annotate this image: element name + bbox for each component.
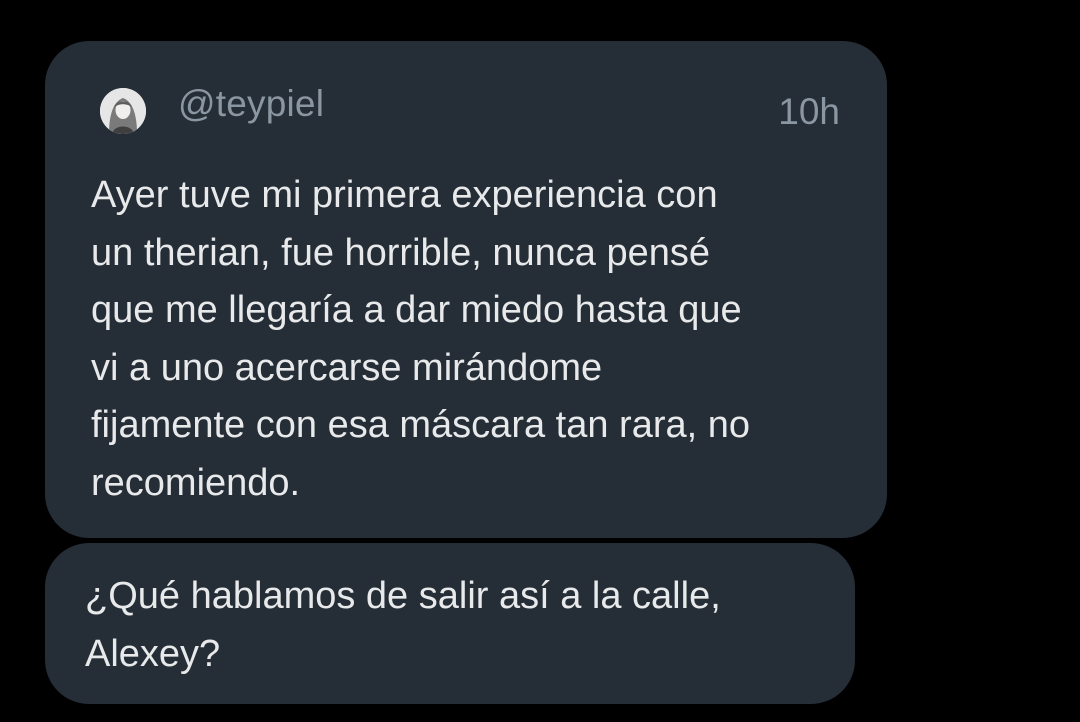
reply-message-text: ¿Qué hablamos de salir así a la calle, A… <box>85 575 721 675</box>
reply-message-bubble[interactable]: ¿Qué hablamos de salir así a la calle, A… <box>45 543 855 704</box>
quoted-post-text: Ayer tuve mi primera experiencia con un … <box>91 174 751 504</box>
post-author-handle[interactable]: @teypiel <box>178 81 324 127</box>
quoted-post-bubble[interactable]: @teypiel 10h Ayer tuve mi primera experi… <box>45 41 887 538</box>
message-thread: @teypiel 10h Ayer tuve mi primera experi… <box>0 0 1080 722</box>
post-timestamp: 10h <box>778 91 840 132</box>
user-avatar-icon <box>100 88 146 134</box>
avatar[interactable] <box>100 88 146 134</box>
